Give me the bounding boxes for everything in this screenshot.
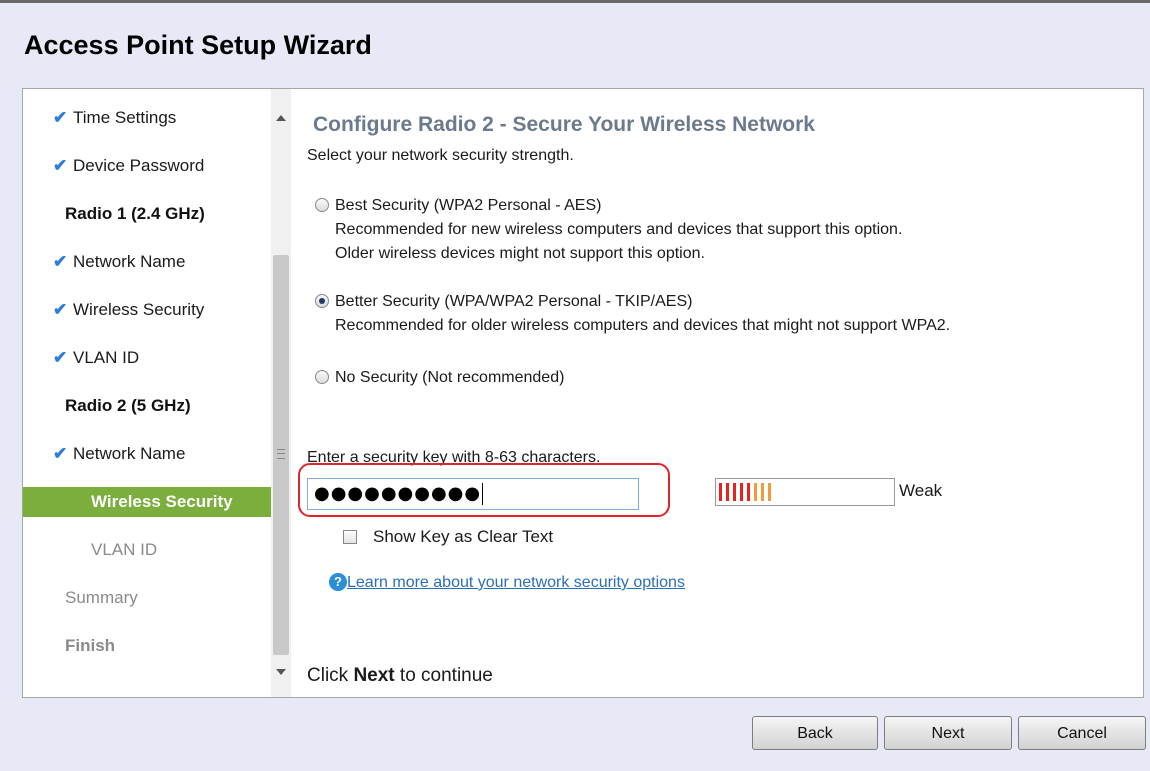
sidebar-scrollbar[interactable]	[271, 89, 291, 697]
help-icon[interactable]: ?	[329, 573, 347, 591]
security-key-input[interactable]: ●●●●●●●●●●	[307, 478, 639, 510]
radio-no-security[interactable]	[315, 370, 329, 384]
strength-label: Weak	[899, 481, 943, 500]
sidebar-item-label: Summary	[65, 588, 138, 607]
main-content: Configure Radio 2 - Secure Your Wireless…	[291, 89, 1143, 697]
page-subtitle: Select your network security strength.	[307, 147, 574, 164]
show-key-checkbox[interactable]	[343, 530, 357, 544]
option-label: No Security (Not recommended)	[335, 369, 565, 386]
sidebar-item-label: Finish	[65, 636, 116, 655]
sidebar-item-finish: Finish	[23, 631, 271, 661]
sidebar-item-label: Device Password	[73, 156, 205, 175]
window-title: Access Point Setup Wizard	[24, 30, 372, 60]
strength-bar-red	[726, 483, 729, 501]
sidebar-heading-radio2: Radio 2 (5 GHz)	[23, 391, 271, 421]
strength-bar-orange	[761, 483, 764, 501]
text-caret	[482, 483, 484, 505]
next-button[interactable]: Next	[884, 716, 1012, 750]
sidebar-item-r1-wireless-security[interactable]: ✔ Wireless Security	[23, 295, 271, 325]
sidebar-item-label: Wireless Security	[91, 492, 233, 511]
sidebar-item-label: Network Name	[73, 252, 186, 271]
scroll-grip-icon	[277, 449, 285, 459]
check-icon: ✔	[53, 444, 68, 463]
strength-bar-orange	[768, 483, 771, 501]
next-note-suffix: to continue	[394, 665, 493, 686]
option-desc: Recommended for new wireless computers a…	[335, 221, 903, 238]
strength-bar-red	[740, 483, 743, 501]
check-icon: ✔	[53, 300, 68, 319]
option-label: Better Security (WPA/WPA2 Personal - TKI…	[335, 293, 693, 310]
strength-bar-orange	[754, 483, 757, 501]
sidebar-item-device-password[interactable]: ✔ Device Password	[23, 151, 271, 181]
strength-bar-red	[747, 483, 750, 501]
scroll-up-arrow-icon[interactable]	[276, 115, 286, 121]
cancel-button[interactable]: Cancel	[1018, 716, 1146, 750]
sidebar-item-time-settings[interactable]: ✔ Time Settings	[23, 103, 271, 133]
page-title: Configure Radio 2 - Secure Your Wireless…	[313, 113, 815, 136]
sidebar-heading-radio1: Radio 1 (2.4 GHz)	[23, 199, 271, 229]
strength-bars	[719, 483, 775, 501]
password-strength-meter	[715, 478, 895, 506]
sidebar-item-summary: Summary	[23, 583, 271, 613]
scroll-thumb[interactable]	[273, 255, 289, 655]
strength-bar-red	[733, 483, 736, 501]
back-button[interactable]: Back	[752, 716, 878, 750]
option-desc: Older wireless devices might not support…	[335, 245, 705, 262]
option-desc: Recommended for older wireless computers…	[335, 317, 951, 334]
show-key-label: Show Key as Clear Text	[373, 527, 554, 546]
wizard-panel: ✔ Time Settings ✔ Device Password Radio …	[22, 88, 1144, 698]
sidebar-item-label: Network Name	[73, 444, 186, 463]
check-icon: ✔	[53, 252, 68, 271]
check-icon: ✔	[53, 108, 68, 127]
sidebar-heading-label: Radio 1 (2.4 GHz)	[65, 204, 205, 223]
scroll-down-arrow-icon[interactable]	[276, 669, 286, 675]
sidebar-heading-label: Radio 2 (5 GHz)	[65, 396, 191, 415]
next-note-bold: Next	[353, 665, 395, 686]
sidebar-item-label: Wireless Security	[73, 300, 205, 319]
security-key-value: ●●●●●●●●●●	[314, 483, 482, 504]
check-icon: ✔	[53, 348, 68, 367]
sidebar-item-r1-vlan-id[interactable]: ✔ VLAN ID	[23, 343, 271, 373]
radio-best-security[interactable]	[315, 198, 329, 212]
top-border	[0, 0, 1150, 3]
sidebar-item-label: VLAN ID	[73, 348, 140, 367]
check-icon: ✔	[53, 156, 68, 175]
sidebar-item-r2-vlan-id: VLAN ID	[23, 535, 271, 565]
wizard-sidebar: ✔ Time Settings ✔ Device Password Radio …	[23, 89, 271, 697]
help-link[interactable]: Learn more about your network security o…	[347, 574, 685, 592]
sidebar-item-r2-network-name[interactable]: ✔ Network Name	[23, 439, 271, 469]
sidebar-item-label: Time Settings	[73, 108, 177, 127]
sidebar-item-r1-network-name[interactable]: ✔ Network Name	[23, 247, 271, 277]
option-label: Best Security (WPA2 Personal - AES)	[335, 197, 602, 214]
sidebar-item-r2-wireless-security[interactable]: Wireless Security	[23, 487, 271, 517]
sidebar-item-label: VLAN ID	[91, 540, 158, 559]
strength-bar-red	[719, 483, 722, 501]
next-note-prefix: Click	[307, 665, 354, 686]
next-instruction: Click Next to continue	[307, 665, 493, 687]
radio-better-security[interactable]	[315, 294, 329, 308]
